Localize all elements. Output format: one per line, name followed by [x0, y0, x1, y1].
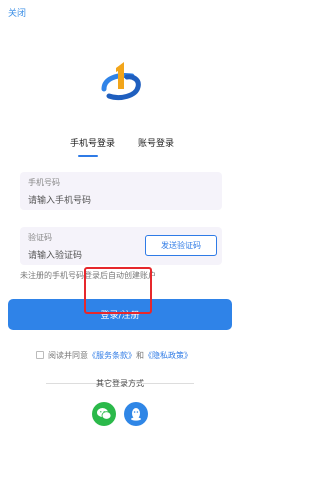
wechat-icon — [97, 408, 112, 420]
agreement-and: 和 — [136, 351, 144, 360]
qq-icon — [131, 408, 141, 421]
tab-account-login[interactable]: 账号登录 — [138, 136, 174, 149]
wechat-login-button[interactable] — [92, 402, 116, 426]
tab-phone-login[interactable]: 手机号登录 — [70, 136, 115, 149]
code-input[interactable]: 请输入验证码 — [28, 248, 82, 261]
other-login-divider: 其它登录方式 — [0, 378, 240, 390]
terms-link[interactable]: 《服务条款》 — [88, 351, 136, 360]
active-tab-indicator — [78, 155, 98, 157]
login-register-label: 登录/注册 — [100, 311, 140, 321]
agreement-prefix: 阅读并同意 — [48, 351, 88, 360]
phone-input[interactable]: 请输入手机号码 — [28, 193, 91, 206]
phone-label: 手机号码 — [28, 178, 60, 187]
close-button[interactable]: 关闭 — [8, 6, 26, 19]
privacy-link[interactable]: 《隐私政策》 — [144, 351, 192, 360]
agreement-row: 阅读并同意《服务条款》和《隐私政策》 — [36, 350, 192, 361]
auto-register-hint: 未注册的手机号码登录后自动创建账户 — [20, 271, 156, 280]
send-code-button[interactable]: 发送验证码 — [145, 235, 217, 256]
login-register-button[interactable]: 登录/注册 — [8, 299, 232, 330]
other-login-title: 其它登录方式 — [96, 379, 144, 388]
code-field[interactable]: 验证码 请输入验证码 发送验证码 — [20, 227, 222, 265]
login-tabs: 手机号登录 账号登录 — [0, 136, 240, 158]
checkbox-icon[interactable] — [36, 351, 44, 359]
logo-icon — [98, 56, 144, 106]
qq-login-button[interactable] — [124, 402, 148, 426]
divider-right — [136, 383, 194, 384]
phone-field[interactable]: 手机号码 请输入手机号码 — [20, 172, 222, 210]
code-label: 验证码 — [28, 233, 52, 242]
